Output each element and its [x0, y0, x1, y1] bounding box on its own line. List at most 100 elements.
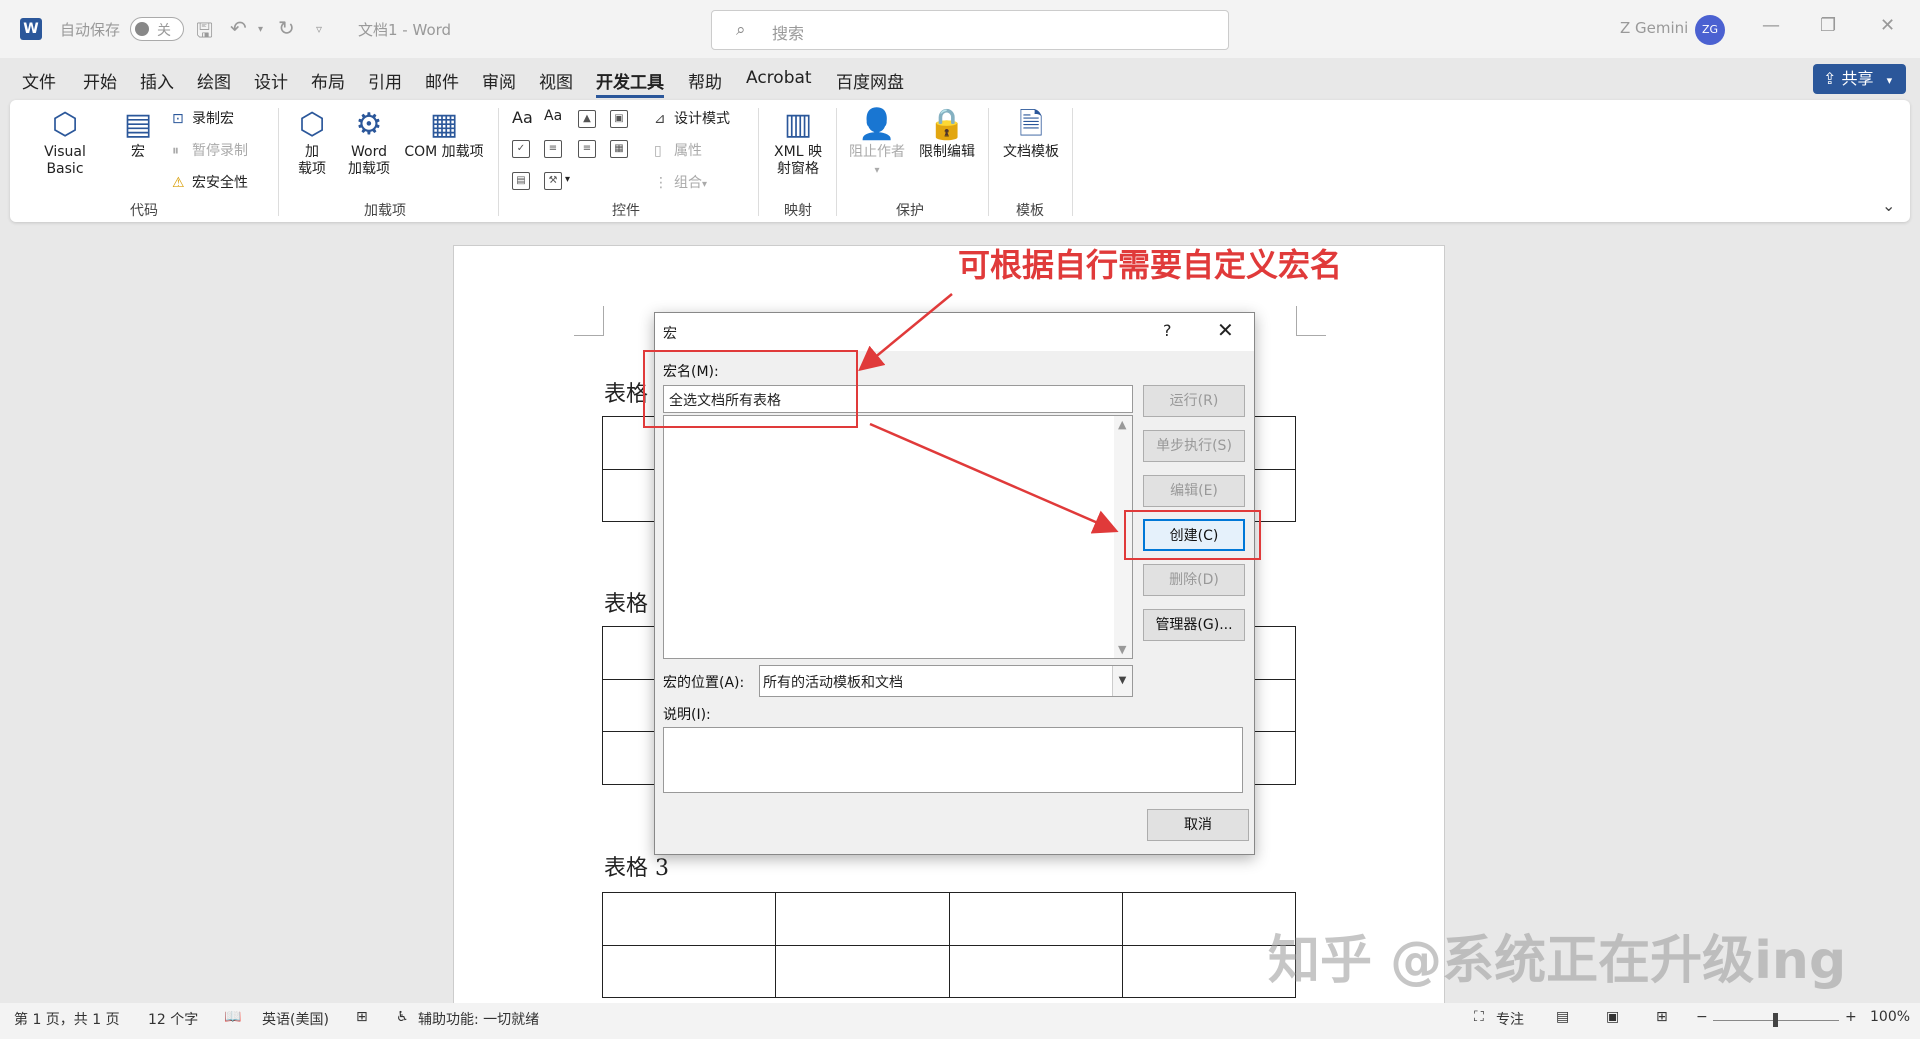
word-count[interactable]: 12 个字 — [148, 1009, 198, 1029]
picture-control-icon[interactable]: ▲ — [578, 110, 596, 128]
addins-button[interactable]: ⬡ 加 载项 — [292, 106, 332, 178]
save-icon[interactable]: 🖫 — [196, 16, 213, 50]
macro-security-label: 宏安全性 — [192, 175, 248, 191]
chevron-up-icon[interactable]: ▲ — [1118, 418, 1126, 431]
customize-icon[interactable]: ▿ — [316, 22, 322, 36]
proofing-icon[interactable]: 📖 — [224, 1009, 241, 1025]
focus-icon: ⛶ — [1474, 1009, 1484, 1025]
tab-layout[interactable]: 布局 — [311, 68, 345, 93]
tab-file[interactable]: 文件 — [22, 68, 56, 93]
zoom-in-icon[interactable]: + — [1845, 1009, 1857, 1025]
description-label: 说明(I): — [663, 707, 711, 723]
user-name[interactable]: Z Gemini — [1620, 19, 1688, 37]
tab-review[interactable]: 审阅 — [482, 68, 516, 93]
redo-icon[interactable]: ↻ — [278, 16, 295, 40]
date-picker-control-icon[interactable]: ▦ — [610, 140, 628, 158]
tab-insert[interactable]: 插入 — [140, 68, 174, 93]
share-button[interactable]: ⇪ 共享 ▾ — [1813, 64, 1906, 94]
restrict-editing-button[interactable]: 🔒 限制编辑 — [914, 106, 980, 161]
macro-location-select[interactable]: 所有的活动模板和文档 ▼ — [759, 665, 1133, 697]
share-label: 共享 — [1841, 69, 1874, 88]
group-icon: ⋮ — [654, 175, 668, 191]
help-icon[interactable]: ? — [1163, 321, 1172, 340]
edit-button[interactable]: 编辑(E) — [1143, 475, 1245, 507]
block-authors-button[interactable]: 👤 阻止作者 ▾ — [844, 106, 910, 179]
close-icon[interactable]: ✕ — [1217, 318, 1234, 342]
ribbon-tabs: 文件 开始 插入 绘图 设计 布局 引用 邮件 审阅 视图 开发工具 帮助 Ac… — [0, 62, 1920, 98]
zoom-level[interactable]: 100% — [1870, 1009, 1910, 1025]
tab-developer[interactable]: 开发工具 — [596, 68, 664, 98]
organizer-button[interactable]: 管理器(G)... — [1143, 609, 1245, 641]
visual-basic-button[interactable]: ⬡ Visual Basic — [24, 106, 106, 178]
group-button[interactable]: ⋮ 组合▾ — [654, 172, 707, 192]
chevron-down-icon[interactable]: ▼ — [1112, 666, 1132, 696]
undo-dropdown-icon[interactable]: ▾ — [258, 24, 263, 35]
minimize-icon[interactable]: — — [1762, 15, 1780, 36]
group-label-mapping: 映射 — [784, 203, 812, 219]
tab-help[interactable]: 帮助 — [688, 68, 722, 93]
word-addins-label-1: Word — [351, 144, 387, 160]
group-separator — [758, 108, 759, 216]
tab-draw[interactable]: 绘图 — [197, 68, 231, 93]
read-mode-icon[interactable]: ▤ — [1556, 1009, 1569, 1025]
chevron-down-icon[interactable]: ▾ — [565, 174, 570, 185]
search-box[interactable]: ⌕ 搜索 — [711, 10, 1229, 50]
tab-view[interactable]: 视图 — [539, 68, 573, 93]
run-button[interactable]: 运行(R) — [1143, 385, 1245, 417]
autosave-label: 自动保存 — [60, 21, 121, 39]
tab-acrobat[interactable]: Acrobat — [746, 68, 812, 88]
step-into-button[interactable]: 单步执行(S) — [1143, 430, 1245, 462]
undo-icon[interactable]: ↶ — [230, 16, 247, 40]
building-block-control-icon[interactable]: ▣ — [610, 110, 628, 128]
tab-baidu-netdisk[interactable]: 百度网盘 — [836, 68, 904, 93]
checkbox-control-icon[interactable]: ✓ — [512, 140, 530, 158]
tab-design[interactable]: 设计 — [254, 68, 288, 93]
macro-list[interactable]: ▲ ▼ — [663, 415, 1133, 659]
chevron-down-icon[interactable]: ▼ — [1118, 643, 1126, 656]
close-icon[interactable]: ✕ — [1880, 15, 1895, 36]
collapse-ribbon-icon[interactable]: ⌄ — [1882, 196, 1895, 215]
plain-text-control-icon[interactable]: Aa — [544, 108, 562, 124]
page-count[interactable]: 第 1 页，共 1 页 — [14, 1009, 120, 1029]
record-macro-button[interactable]: ⊡ 录制宏 — [172, 108, 234, 128]
word-addins-button[interactable]: ⚙ Word 加载项 — [344, 106, 394, 178]
restore-icon[interactable]: ❐ — [1820, 15, 1836, 36]
zoom-out-icon[interactable]: − — [1696, 1009, 1708, 1025]
dropdown-list-control-icon[interactable]: ≡ — [578, 140, 596, 158]
tab-mailings[interactable]: 邮件 — [425, 68, 459, 93]
legacy-tools-icon[interactable]: ⚒ — [544, 172, 562, 190]
avatar[interactable]: ZG — [1695, 15, 1725, 45]
tab-home[interactable]: 开始 — [83, 68, 117, 93]
print-layout-icon[interactable]: ▣ — [1606, 1009, 1619, 1025]
web-layout-icon[interactable]: ⊞ — [1656, 1009, 1668, 1025]
com-addins-button[interactable]: ▦ COM 加载项 — [398, 106, 490, 161]
accessibility-icon: ♿ — [396, 1009, 409, 1025]
combo-box-control-icon[interactable]: ≡ — [544, 140, 562, 158]
delete-button[interactable]: 删除(D) — [1143, 564, 1245, 596]
description-field[interactable] — [663, 727, 1243, 793]
xml-mapping-pane-button[interactable]: ▥ XML 映 射窗格 — [766, 106, 830, 178]
language[interactable]: 英语(美国) — [262, 1009, 329, 1029]
chevron-down-icon: ▾ — [874, 165, 880, 176]
pause-recording-button[interactable]: ⏸ 暂停录制 — [172, 140, 248, 160]
document-template-button[interactable]: 🗎 文档模板 — [998, 106, 1064, 161]
tab-references[interactable]: 引用 — [368, 68, 402, 93]
dialog-title: 宏 — [663, 326, 677, 342]
table-3[interactable] — [601, 892, 1297, 998]
accessibility-status[interactable]: 辅助功能: 一切就绪 — [418, 1009, 539, 1029]
word-logo-icon: W — [20, 18, 42, 40]
macro-security-button[interactable]: ⚠ 宏安全性 — [172, 172, 248, 192]
autosave-toggle[interactable]: 关 — [130, 17, 184, 41]
zoom-slider-thumb[interactable] — [1773, 1013, 1778, 1027]
macro-recording-icon[interactable]: ⊞ — [356, 1009, 368, 1025]
repeating-section-control-icon[interactable]: ▤ — [512, 172, 530, 190]
annotation-box-create — [1124, 510, 1261, 560]
macros-button[interactable]: ▤ 宏 — [118, 106, 158, 161]
rich-text-control-icon[interactable]: Aa — [512, 108, 533, 127]
pause-icon: ⏸ — [172, 143, 179, 159]
group-label-addins: 加载项 — [364, 203, 406, 219]
focus-mode[interactable]: 专注 — [1496, 1009, 1524, 1029]
design-mode-button[interactable]: ⊿ 设计模式 — [654, 108, 730, 128]
cancel-button[interactable]: 取消 — [1147, 809, 1249, 841]
properties-button[interactable]: ▯ 属性 — [654, 140, 702, 160]
